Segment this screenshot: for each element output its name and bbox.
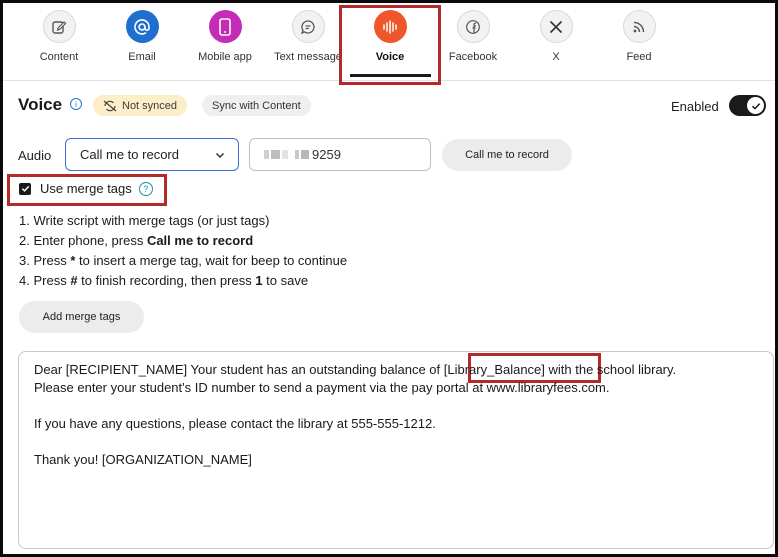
tab-label: Mobile app xyxy=(198,51,252,63)
step-item: 2. Enter phone, press Call me to record xyxy=(19,233,254,248)
enabled-label: Enabled xyxy=(671,99,719,114)
merge-tags-option: Use merge tags ? xyxy=(19,181,153,196)
tab-feed[interactable]: Feed xyxy=(599,7,679,77)
tab-label: X xyxy=(552,51,560,63)
phone-number-value: 9259 xyxy=(312,147,341,162)
sync-status-badge: Not synced xyxy=(93,95,188,116)
help-icon[interactable]: ? xyxy=(138,181,153,196)
sync-status-text: Not synced xyxy=(122,99,178,112)
merge-tags-label: Use merge tags xyxy=(40,181,132,196)
audio-label: Audio xyxy=(18,148,52,163)
tab-facebook[interactable]: Facebook xyxy=(433,7,513,77)
x-icon xyxy=(539,10,573,43)
tab-voice[interactable]: Voice xyxy=(350,7,430,77)
add-merge-tags-button[interactable]: Add merge tags xyxy=(19,301,144,333)
tab-label: Facebook xyxy=(448,51,498,63)
enabled-toggle[interactable] xyxy=(729,95,766,116)
facebook-icon xyxy=(456,10,490,43)
not-synced-icon xyxy=(103,100,117,111)
sync-with-content-button[interactable]: Sync with Content xyxy=(202,95,311,116)
chat-icon xyxy=(291,10,325,43)
instruction-steps: 1. Write script with merge tags (or just… xyxy=(19,211,347,291)
script-line: Please enter your student's ID number to… xyxy=(34,380,610,395)
voice-script-textarea[interactable]: Dear [RECIPIENT_NAME] Your student has a… xyxy=(18,351,774,549)
tab-x[interactable]: X xyxy=(516,7,596,77)
rss-icon xyxy=(622,10,656,43)
edit-icon xyxy=(42,10,76,43)
tab-label: Text message xyxy=(274,51,342,63)
script-line: Dear [RECIPIENT_NAME] Your student has a… xyxy=(34,362,677,377)
page-title: Voice xyxy=(18,95,63,114)
step-item: 3. Press * to insert a merge tag, wait f… xyxy=(19,253,348,268)
tab-label: Email xyxy=(128,51,156,63)
checkmark-icon xyxy=(21,185,29,192)
tab-label: Feed xyxy=(626,51,652,63)
tab-label: Voice xyxy=(375,51,405,63)
at-icon xyxy=(125,10,159,43)
channel-tab-bar: Content Email Mobile app Text message Vo… xyxy=(3,3,775,81)
redacted-digits xyxy=(264,150,309,159)
chevron-down-icon xyxy=(215,152,225,159)
call-me-to-record-button[interactable]: Call me to record xyxy=(442,139,572,171)
active-tab-indicator xyxy=(350,74,431,77)
step-item: 4. Press # to finish recording, then pre… xyxy=(19,273,309,288)
audio-mode-select[interactable]: Call me to record xyxy=(65,138,239,171)
tab-label: Content xyxy=(39,51,79,63)
tab-email[interactable]: Email xyxy=(102,7,182,77)
audio-mode-value: Call me to record xyxy=(80,147,179,162)
voice-wave-icon xyxy=(373,10,407,43)
tab-text-message[interactable]: Text message xyxy=(268,7,348,77)
tab-mobile-app[interactable]: Mobile app xyxy=(185,7,265,77)
merge-tags-checkbox[interactable] xyxy=(19,182,31,195)
script-line: If you have any questions, please contac… xyxy=(34,416,436,431)
phone-icon xyxy=(208,10,242,43)
phone-number-input[interactable]: 9259 xyxy=(249,138,431,171)
info-icon[interactable]: i xyxy=(70,98,82,110)
step-item: 1. Write script with merge tags (or just… xyxy=(19,213,270,228)
script-line: Thank you! [ORGANIZATION_NAME] xyxy=(34,452,252,467)
check-icon xyxy=(747,97,764,114)
screenshot-frame: Content Email Mobile app Text message Vo… xyxy=(0,0,778,557)
tab-content[interactable]: Content xyxy=(19,7,99,77)
